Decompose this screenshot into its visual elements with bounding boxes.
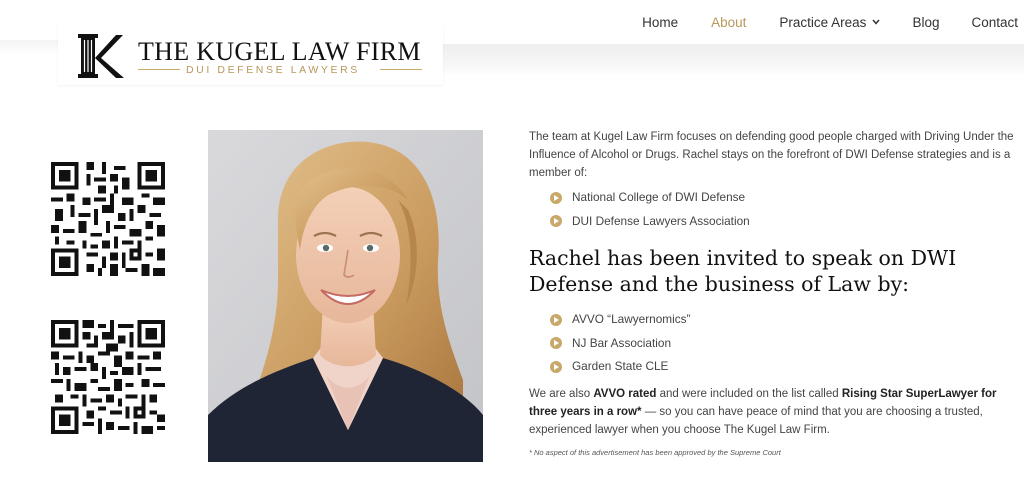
circle-arrow-icon bbox=[550, 360, 562, 373]
speaking-heading: Rachel has been invited to speak on DWI … bbox=[529, 246, 957, 296]
list-item: Garden State CLE bbox=[550, 355, 1014, 379]
qr-code-bottom[interactable] bbox=[51, 320, 165, 434]
qr-code-top[interactable] bbox=[51, 162, 165, 276]
closing-paragraph: We are also AVVO rated and were included… bbox=[529, 387, 997, 436]
list-item: DUI Defense Lawyers Association bbox=[550, 210, 1014, 234]
intro-paragraph: The team at Kugel Law Firm focuses on de… bbox=[529, 131, 1014, 179]
circle-arrow-icon bbox=[550, 191, 562, 204]
nav-item-blog[interactable]: Blog bbox=[912, 13, 939, 31]
logo-title: THE KUGEL LAW FIRM bbox=[138, 37, 421, 66]
circle-arrow-icon bbox=[550, 337, 562, 350]
logo-divider-right bbox=[380, 69, 422, 70]
membership-list: National College of DWI Defense DUI Defe… bbox=[550, 186, 1014, 233]
about-content: The team at Kugel Law Firm focuses on de… bbox=[529, 128, 1014, 457]
list-item: AVVO “Lawyernomics” bbox=[550, 308, 1014, 332]
logo-divider-left bbox=[138, 69, 180, 70]
speaking-list: AVVO “Lawyernomics” NJ Bar Association G… bbox=[550, 308, 1014, 379]
disclaimer-text: * No aspect of this advertisement has be… bbox=[529, 447, 781, 457]
nav-item-home[interactable]: Home bbox=[642, 13, 678, 31]
header-banner-strip bbox=[440, 44, 1024, 76]
site-logo[interactable]: THE KUGEL LAW FIRM DUI DEFENSE LAWYERS bbox=[58, 25, 443, 85]
chevron-down-icon bbox=[872, 17, 881, 28]
kugel-k-logo-mark bbox=[78, 34, 124, 78]
circle-arrow-icon bbox=[550, 215, 562, 228]
attorney-portrait-photo bbox=[208, 130, 483, 462]
nav-item-about[interactable]: About bbox=[711, 13, 746, 31]
main-nav: Home About Practice Areas Blog Contact bbox=[642, 13, 1018, 31]
nav-item-contact[interactable]: Contact bbox=[971, 13, 1018, 31]
list-item: National College of DWI Defense bbox=[550, 186, 1014, 210]
logo-subtitle: DUI DEFENSE LAWYERS bbox=[186, 64, 360, 76]
nav-item-practice-areas[interactable]: Practice Areas bbox=[779, 13, 881, 31]
list-item: NJ Bar Association bbox=[550, 332, 1014, 356]
circle-arrow-icon bbox=[550, 313, 562, 326]
